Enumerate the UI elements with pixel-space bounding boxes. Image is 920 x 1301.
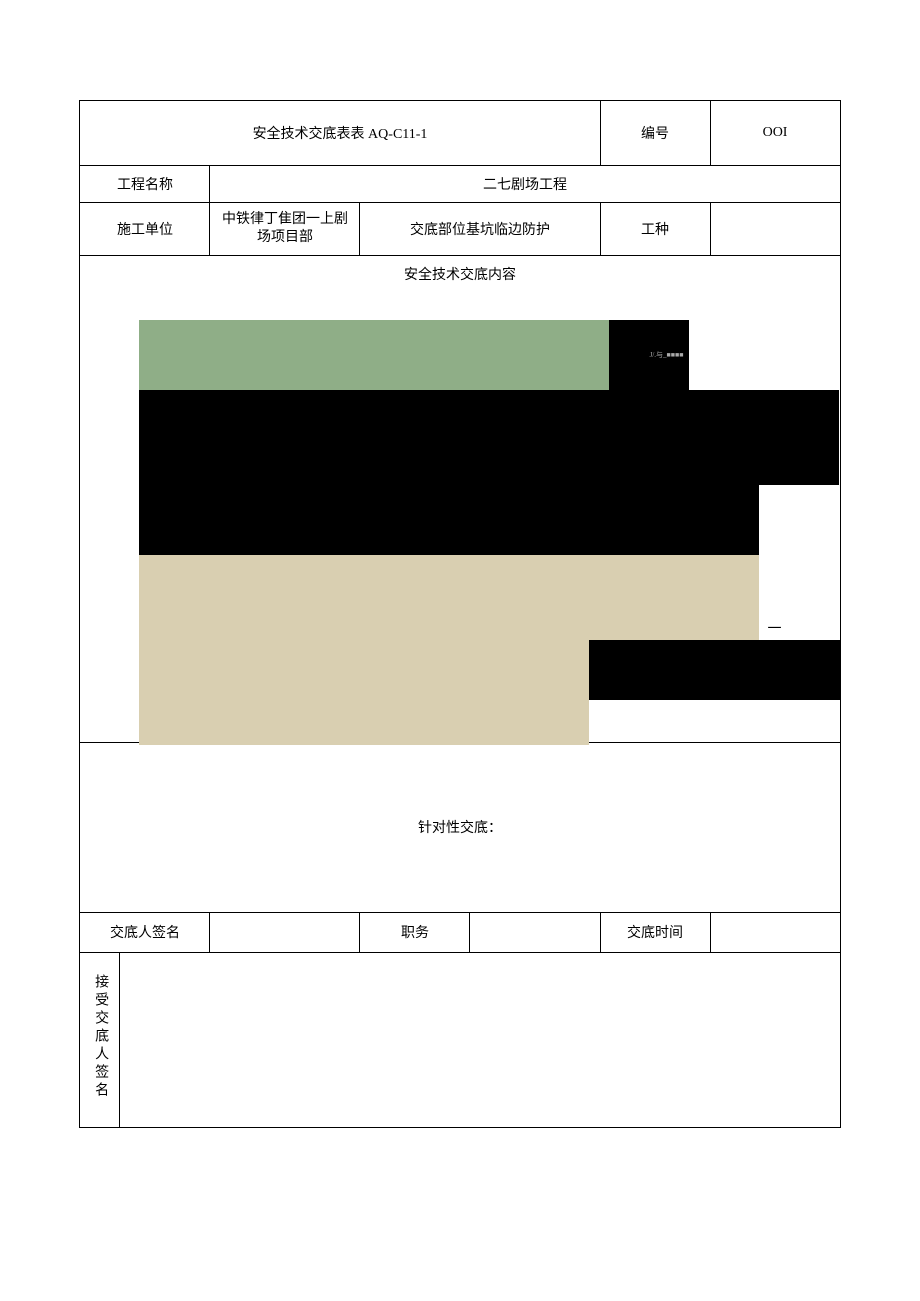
disclosure-part-label-value: 交底部位基坑临边防护	[360, 203, 600, 256]
block-black-wide-1	[139, 390, 839, 485]
block-tan-2	[139, 675, 589, 745]
work-type-value	[710, 203, 840, 256]
safety-form-table: 安全技术交底表表 AQ-C11-1 编号 OOI 工程名称 二七剧场工程 施工单…	[79, 100, 840, 1128]
block-green	[139, 320, 609, 390]
unit-line2: 场项目部	[257, 230, 313, 245]
construction-unit-value: 中铁律丁隹团一上剧 场项目部	[210, 203, 360, 256]
receiver-label-cell: 接受交底人签名	[80, 952, 120, 1127]
position-label: 职务	[360, 912, 470, 952]
number-value: OOI	[710, 101, 840, 166]
construction-unit-label: 施工单位	[80, 203, 210, 256]
number-label: 编号	[600, 101, 710, 166]
work-type-label: 工种	[600, 203, 710, 256]
position-value[interactable]	[470, 912, 600, 952]
project-name-value: 二七剧场工程	[210, 166, 840, 203]
block-black-small: J/.与_■■■■	[609, 320, 689, 390]
receiver-sign-area[interactable]	[120, 952, 840, 1127]
signer-name-label: 交底人签名	[80, 912, 210, 952]
block-black-right	[589, 640, 841, 700]
content-body: J/.与_■■■■ 一	[80, 292, 840, 742]
content-inner: J/.与_■■■■ 一	[84, 300, 835, 734]
form-title: 安全技术交底表表 AQ-C11-1	[80, 101, 600, 166]
targeted-disclosure: 针对性交底：	[80, 742, 840, 912]
time-label: 交底时间	[600, 912, 710, 952]
project-name-label: 工程名称	[80, 166, 210, 203]
block-black-wide-2	[139, 485, 759, 555]
receiver-label: 接受交底人签名	[89, 974, 111, 1100]
signer-name-value[interactable]	[210, 912, 360, 952]
dash-mark: 一	[767, 618, 781, 638]
content-header: 安全技术交底内容	[80, 256, 840, 293]
time-value[interactable]	[710, 912, 840, 952]
unit-line1: 中铁律丁隹团一上剧	[222, 212, 348, 227]
